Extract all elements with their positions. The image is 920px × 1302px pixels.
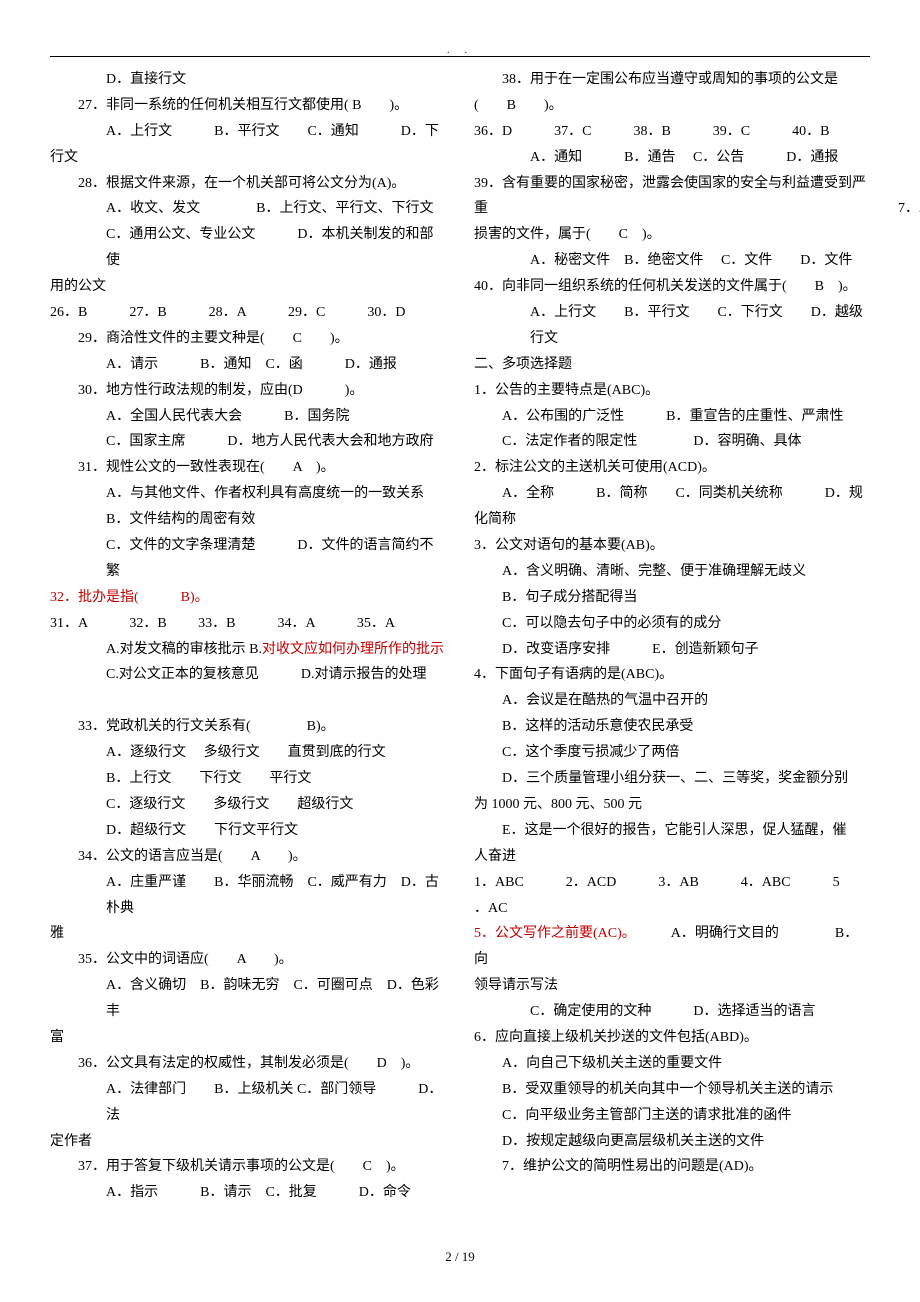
text-line: A．向自己下级机关主送的重要文件 <box>474 1051 870 1077</box>
text-line: 29．商洽性文件的主要文种是( C )。 <box>50 326 446 352</box>
text-line: A．上行文 B．平行文 C．通知 D．下 <box>50 119 446 145</box>
text-line: A．含义明确、清晰、完整、便于准确理解无歧义 <box>474 559 870 585</box>
text-line: 为 1000 元、800 元、500 元 <box>474 792 870 818</box>
text-line: 30．地方性行政法规的制发，应由(D )。 <box>50 378 446 404</box>
text-line: C．法定作者的限定性 D．容明确、具体 <box>474 429 870 455</box>
text-line: 人奋进 <box>474 844 870 870</box>
text-line: 33．党政机关的行文关系有( B)。 <box>50 714 446 740</box>
text-line: 7．AD 8．AD 9．ABDE 10．ABD <box>898 196 920 222</box>
text-line: A．请示 B．通知 C．函 D．通报 <box>50 352 446 378</box>
text-line: A．秘密文件 B．绝密文件 C．文件 D．文件 <box>474 248 870 274</box>
text-line: 损害的文件，属于( C )。 <box>474 222 870 248</box>
text-line: 6．应向直接上级机关抄送的文件包括(ABD)。 <box>474 1025 870 1051</box>
text-line: C．通用公文、专业公文 D．本机关制发的和部使 <box>50 222 446 274</box>
text-line: 9．遵守行文规则是为了(ABDE)。 <box>898 352 920 378</box>
text-line: 1．公告的主要特点是(ABC)。 <box>474 378 870 404</box>
text-line: 34．公文的语言应当是( A )。 <box>50 844 446 870</box>
text-line: A．含义确切 B．韵味无穷 C．可圈可点 D．色彩丰 <box>50 973 446 1025</box>
text-line: 31．A 32．B 33．B 34．A 35．A <box>50 611 446 637</box>
text-line: C．向平级业务主管部门主送的请求批准的函件 <box>474 1103 870 1129</box>
text-line: 二、多项选择题 <box>474 352 870 378</box>
text-line: D．超级行文 下行文平行文 <box>50 818 446 844</box>
text-line: 8．禁止主送的同时抄送给下级机关的文件有(AD)。 <box>898 222 920 248</box>
text-line: A．与其他文件、作者权利具有高度统一的一致关系 <box>50 481 446 507</box>
text-line: 36．公文具有法定的权威性，其制发必须是( D )。 <box>50 1051 446 1077</box>
text-line: D．主送给上级机关的请求指示的请示 <box>898 326 920 352</box>
text-line: B．句子成分搭配得当 <box>474 585 870 611</box>
text-line: B．上行文 下行文 平行文 <box>50 766 446 792</box>
text-line: B．文件结构的周密有效 <box>50 507 446 533</box>
text-line: E．容不全，挂一漏万 6．ABD <box>898 171 920 197</box>
text-line: C.对公文正本的复核意见 D.对请示报告的处理 <box>50 662 446 688</box>
text-line: A．全国人民代表大会 B．国务院 <box>50 404 446 430</box>
text-line: D．改变语序安排 E．创造新颖句子 <box>474 637 870 663</box>
text-line: A．上行文 B．平行文 C．下行文 D．越级行文 <box>474 300 870 352</box>
text-line: A．法律部门 B．上级机关 C．部门领导 D．法 <box>50 1077 446 1129</box>
text-line: A．收文、发文 B．上行文、平行文、下行文 <box>50 196 446 222</box>
text-line: C．逐级行文 多级行文 超级行文 <box>50 792 446 818</box>
text-line: A．通知 B．通告 C．公告 D．通报 <box>474 145 870 171</box>
page-footer: 2 / 19 <box>50 1245 870 1269</box>
two-column-body: D．直接行文27．非同一系统的任何机关相互行文都使用( B )。A．上行文 B．… <box>50 67 870 1227</box>
text-line: 27．非同一系统的任何机关相互行文都使用( B )。 <box>50 93 446 119</box>
horizontal-rule <box>50 56 870 57</box>
text-line: C．可以隐去句子中的必须有的成分 <box>474 611 870 637</box>
text-line: C．国家主席 D．地方人民代表大会和地方政府 <box>50 429 446 455</box>
text-line: 化简称 <box>474 507 870 533</box>
text-line: 28．根据文件来源，在一个机关部可将公文分为(A)。 <box>50 171 446 197</box>
text-line: 富 <box>50 1025 446 1051</box>
text-line: C．确定使用的文种 D．选择适当的语言 <box>474 999 870 1025</box>
text-line: A.对发文稿的审核批示 B.对收文应如何办理所作的批示 <box>50 637 446 663</box>
text-line: A．公布围的广泛性 B．重宣告的庄重性、严肃性 <box>474 404 870 430</box>
text-line: ．AC <box>474 896 870 922</box>
text-line: B．受双重领导的机关向其中一个领导机关主送的请示 <box>474 1077 870 1103</box>
text-line: 用的公文 <box>50 274 446 300</box>
text-line: 3．公文对语句的基本要(AB)。 <box>474 533 870 559</box>
text-line: B．主送给平级机关的商洽性函件 <box>898 274 920 300</box>
text-line: A．庄重严谨 B．华丽流畅 C．威严有力 D．古朴典 <box>50 870 446 922</box>
text-line: C．这个季度亏损减少了两倍 <box>474 740 870 766</box>
text-line: A．赘言泛滥，大量重复 B．语言含混，语义多歧 <box>898 67 920 119</box>
text-line: 26．B 27．B 28．A 29．C 30．D <box>50 300 446 326</box>
text-line: A．逐级行文 多级行文 直贯到底的行文 <box>50 740 446 766</box>
text-line: A．会议是在酷热的气温中召开的 <box>474 688 870 714</box>
text-line: A．确保公文迅速、准确传递 B．避免行文紊乱 <box>898 378 920 404</box>
text-line: 领导请示写法 <box>474 973 870 999</box>
text-line: C．归类不准，文不对题 D．主题不明，离题万里 <box>898 119 920 171</box>
text-line: C．保障公文旅行 D．确定行文关系 <box>898 404 920 430</box>
text-line: 7．维护公文的简明性易出的问题是(AD)。 <box>474 1154 870 1180</box>
text-line: 1．ABC 2．ACD 3．AB 4．ABC 5 <box>474 870 870 896</box>
text-line: C．主送给有关下级机关的政策性批复 <box>898 300 920 326</box>
text-line: C．文件的文字条理清楚 D．文件的语言简约不繁 <box>50 533 446 585</box>
text-line: 39．含有重要的国家秘密，泄露会使国家的安全与利益遭受到严重 <box>474 171 870 223</box>
text-line: A．指示 B．请示 C．批复 D．命令 <box>50 1180 446 1206</box>
text-line: A．主送给上级机关的请求批准的请示 <box>898 248 920 274</box>
text-line <box>50 688 446 714</box>
text-line: A．全称 B．简称 C．同类机关统称 D．规 <box>474 481 870 507</box>
text-line: 36．D 37．C 38．B 39．C 40．B <box>474 119 870 145</box>
text-line: 31．规性公文的一致性表现在( A )。 <box>50 455 446 481</box>
text-line: 雅 <box>50 921 446 947</box>
text-line: 32．批办是指( B)。 <box>50 585 446 611</box>
text-line: B．这样的活动乐意使农民承受 <box>474 714 870 740</box>
text-line: 5．公文写作之前要(AC)。 A．明确行文目的 B．向 <box>474 921 870 973</box>
text-line: 38．用于在一定围公布应当遵守或周知的事项的公文是 <box>474 67 870 93</box>
text-line: 37．用于答复下级机关请示事项的公文是( C )。 <box>50 1154 446 1180</box>
text-line: 35．公文中的词语应( A )。 <box>50 947 446 973</box>
text-line: D．直接行文 <box>50 67 446 93</box>
text-line: 2．标注公文的主送机关可使用(ACD)。 <box>474 455 870 481</box>
text-line: 40．向非同一组织系统的任何机关发送的文件属于( B )。 <box>474 274 870 300</box>
text-line: 定作者 <box>50 1129 446 1155</box>
text-line: 4．下面句子有语病的是(ABC)。 <box>474 662 870 688</box>
text-line: D．三个质量管理小组分获一、二、三等奖，奖金额分别 <box>474 766 870 792</box>
document-page: . . D．直接行文27．非同一系统的任何机关相互行文都使用( B )。A．上行… <box>0 0 920 1289</box>
text-line: D．按规定越级向更高层级机关主送的文件 <box>474 1129 870 1155</box>
text-line: E．这是一个很好的报告，它能引人深思，促人猛醒，催 <box>474 818 870 844</box>
text-line: ( B )。 <box>474 93 870 119</box>
header-marker: . . <box>50 40 870 54</box>
text-line: 行文 <box>50 145 446 171</box>
